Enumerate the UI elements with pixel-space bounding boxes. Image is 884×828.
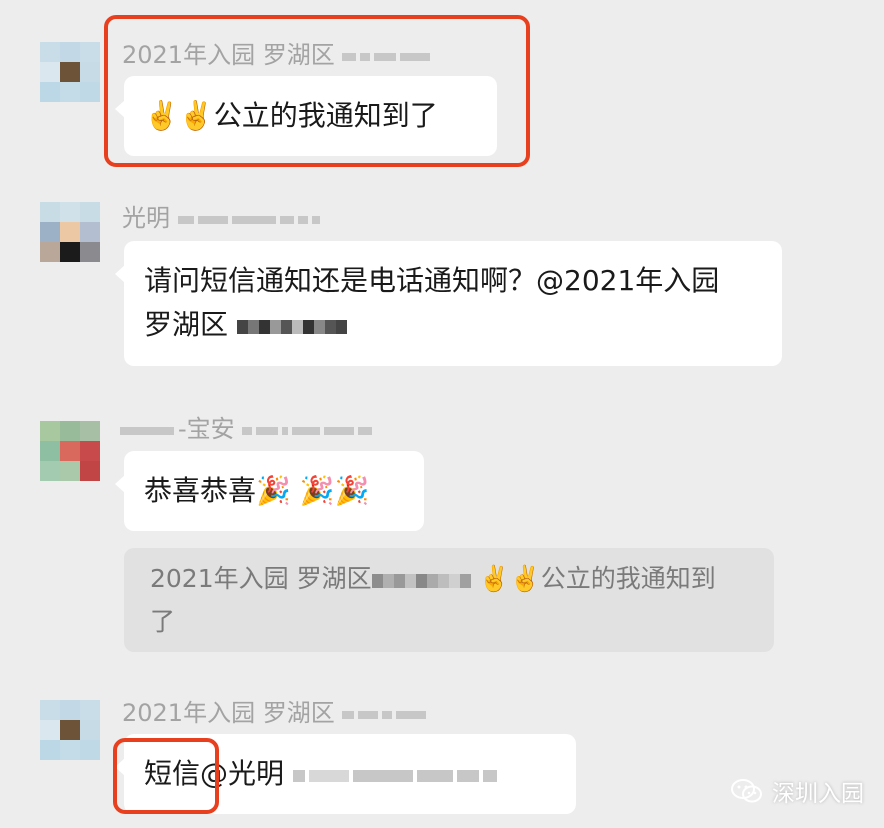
sender-name: -宝安 (120, 414, 376, 444)
avatar[interactable] (40, 202, 100, 262)
redacted-quote-name (371, 559, 471, 601)
watermark: 深圳入园 (730, 774, 864, 808)
message-text-line2: 罗湖区 (144, 303, 762, 348)
avatar[interactable] (40, 421, 100, 481)
sender-name: 光明 (122, 203, 324, 233)
avatar[interactable] (40, 700, 100, 760)
redacted-name (177, 204, 324, 234)
redacted-mention (236, 304, 347, 348)
message-bubble[interactable]: 请问短信通知还是电话通知啊？@2021年入园 罗湖区 (115, 241, 782, 366)
message-text-line1: 请问短信通知还是电话通知啊？@2021年入园 (144, 264, 720, 297)
quote-line1-sender: 2021年入园 罗湖区 (150, 564, 372, 593)
message-text-line2-text: 罗湖区 (144, 308, 229, 341)
sender-name-text: 2021年入园 罗湖区 (122, 699, 335, 727)
sender-name-text: -宝安 (178, 415, 235, 443)
avatar[interactable] (40, 42, 100, 102)
sender-name: 2021年入园 罗湖区 (122, 698, 430, 728)
watermark-text: 深圳入园 (772, 781, 864, 807)
redacted-text (292, 753, 501, 797)
quoted-message[interactable]: 2021年入园 罗湖区 ✌️✌️公立的我通知到 了 (124, 548, 774, 652)
quote-line1: 2021年入园 罗湖区 ✌️✌️公立的我通知到 (150, 558, 748, 601)
redacted-name (342, 699, 430, 729)
message-bubble[interactable]: 恭喜恭喜🎉 🎉🎉 (115, 451, 424, 531)
redacted-name-prefix (120, 415, 178, 445)
quote-line1-text: ✌️✌️公立的我通知到 (478, 564, 716, 593)
wechat-icon (731, 779, 762, 803)
message-text: 恭喜恭喜🎉 🎉🎉 (144, 474, 370, 507)
quote-line2: 了 (150, 607, 176, 636)
sender-name-text: 光明 (122, 204, 170, 232)
highlight-box (113, 738, 219, 814)
highlight-box (104, 15, 530, 167)
redacted-name (242, 415, 376, 445)
